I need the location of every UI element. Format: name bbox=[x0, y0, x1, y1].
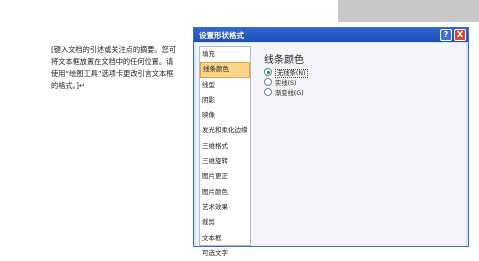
nav-item-reflection[interactable]: 映像 bbox=[200, 108, 250, 123]
section-title: 线条颜色 bbox=[264, 55, 304, 66]
radio-icon[interactable] bbox=[264, 78, 272, 86]
nav-item-shadow[interactable]: 阴影 bbox=[200, 93, 250, 108]
format-shape-dialog: 设置形状格式 ? X 填充 线条颜色 线型 阴影 映像 发光和柔化边缘 三维格式… bbox=[193, 27, 469, 257]
nav-item-text-box[interactable]: 文本框 bbox=[200, 231, 250, 246]
nav-item-3d-rotation[interactable]: 三维旋转 bbox=[200, 154, 250, 169]
nav-item-alt-text[interactable]: 可选文字 bbox=[200, 246, 250, 261]
nav-item-crop[interactable]: 裁剪 bbox=[200, 215, 250, 230]
line-color-pane: 线条颜色 无线条(N) 实线(S) 渐变线(G) bbox=[258, 46, 466, 246]
option-label: 渐变线(G) bbox=[275, 90, 304, 97]
dialog-titlebar[interactable]: 设置形状格式 ? X bbox=[194, 28, 468, 42]
background-area bbox=[338, 0, 479, 22]
dialog-content: 填充 线条颜色 线型 阴影 映像 发光和柔化边缘 三维格式 三维旋转 图片更正 … bbox=[196, 43, 466, 257]
option-label: 实线(S) bbox=[275, 80, 297, 87]
nav-item-line-style[interactable]: 线型 bbox=[200, 78, 250, 93]
pull-quote-textbox[interactable]: [键入文档的引述或关注点的摘要。您可将文本框放置在文档中的任何位置。请使用“绘图… bbox=[51, 44, 177, 92]
radio-checked-icon[interactable] bbox=[264, 68, 272, 76]
radio-icon[interactable] bbox=[264, 88, 272, 96]
close-button[interactable]: X bbox=[454, 29, 466, 41]
nav-item-glow-soft-edges[interactable]: 发光和柔化边缘 bbox=[200, 123, 250, 138]
dialog-title: 设置形状格式 bbox=[199, 31, 244, 40]
nav-item-fill[interactable]: 填充 bbox=[200, 47, 250, 62]
nav-item-3d-format[interactable]: 三维格式 bbox=[200, 139, 250, 154]
nav-item-picture-corrections[interactable]: 图片更正 bbox=[200, 169, 250, 184]
help-button[interactable]: ? bbox=[440, 29, 452, 41]
category-list: 填充 线条颜色 线型 阴影 映像 发光和柔化边缘 三维格式 三维旋转 图片更正 … bbox=[199, 46, 251, 257]
nav-item-artistic-effects[interactable]: 艺术效果 bbox=[200, 200, 250, 215]
nav-item-line-color[interactable]: 线条颜色 bbox=[200, 62, 250, 78]
nav-item-picture-color[interactable]: 图片颜色 bbox=[200, 185, 250, 200]
option-no-line[interactable]: 无线条(N) bbox=[264, 68, 308, 79]
option-label: 无线条(N) bbox=[275, 69, 308, 78]
option-gradient-line[interactable]: 渐变线(G) bbox=[264, 88, 304, 99]
